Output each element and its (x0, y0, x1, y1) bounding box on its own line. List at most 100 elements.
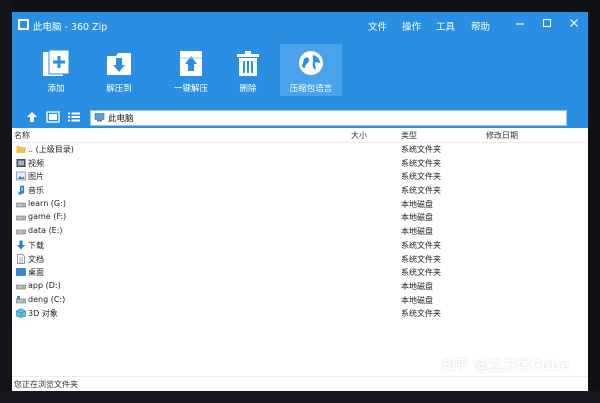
archive-language-button[interactable]: 压缩包语言 (280, 44, 342, 96)
add-label: 添加 (47, 84, 65, 94)
drive-icon (16, 229, 26, 235)
close-button[interactable] (566, 17, 582, 33)
desktop-taskbar-strip (0, 391, 600, 403)
title-bar: 此电脑 - 360 Zip 文件 操作 工具 帮助 (12, 12, 588, 38)
file-name: 视频 (28, 158, 44, 168)
delete-button[interactable]: 删除 (217, 44, 279, 96)
watermark-text: 知乎 @立方体Cube (441, 358, 570, 374)
add-button[interactable]: 添加 (25, 44, 87, 96)
status-bar: 您正在浏览文件夹 (12, 376, 588, 391)
file-type: 本地磁盘 (401, 295, 433, 305)
app-logo-icon (18, 19, 29, 30)
status-text: 您正在浏览文件夹 (14, 380, 78, 389)
extract-to-label: 解压到 (106, 84, 132, 94)
system-drive-icon (16, 295, 26, 303)
thumbnail-view-icon[interactable] (46, 111, 60, 123)
file-row-desktop[interactable]: 桌面 系统文件夹 (12, 266, 588, 280)
file-row-documents[interactable]: 文档 系统文件夹 (12, 253, 588, 267)
list-view-icon[interactable] (67, 111, 81, 123)
file-name: 文档 (28, 254, 44, 264)
file-row-drive-f[interactable]: game (F:) 本地磁盘 (12, 211, 588, 225)
file-row-drive-e[interactable]: data (E:) 本地磁盘 (12, 225, 588, 239)
file-row-pictures[interactable]: 图片 系统文件夹 (12, 170, 588, 184)
drive-icon (16, 216, 26, 221)
app-window: 此电脑 - 360 Zip 文件 操作 工具 帮助 添加 解压到 一键解压 删除… (12, 12, 588, 391)
minimize-icon (516, 23, 524, 25)
file-name: app (D:) (28, 280, 61, 290)
picture-icon (16, 172, 26, 181)
file-name: game (F:) (28, 212, 67, 222)
add-icon (43, 49, 70, 76)
file-row-videos[interactable]: 视频 系统文件夹 (12, 157, 588, 171)
desktop-background-right (588, 0, 600, 403)
address-path: 此电脑 (108, 114, 134, 124)
desktop-background-left (0, 0, 12, 403)
address-field[interactable]: 此电脑 ▼ (90, 110, 567, 126)
document-icon (17, 253, 25, 264)
file-name: 下载 (28, 240, 44, 250)
delete-label: 删除 (239, 84, 257, 94)
extract-to-icon (107, 53, 131, 75)
this-pc-icon (94, 113, 105, 122)
file-name: .. (上级目录) (28, 145, 74, 154)
file-name: 桌面 (28, 268, 44, 278)
file-row-drive-c[interactable]: deng (C:) 本地磁盘 (12, 294, 588, 308)
file-row-3d-objects[interactable]: 3D 对象 系统文件夹 (12, 307, 588, 321)
file-row-music[interactable]: 音乐 系统文件夹 (12, 184, 588, 198)
extract-to-button[interactable]: 解压到 (88, 44, 150, 96)
column-modified[interactable]: 修改日期 (486, 130, 518, 141)
file-type: 系统文件夹 (401, 186, 441, 196)
file-name: 音乐 (28, 186, 44, 196)
folder-up-icon (16, 146, 26, 153)
menu-tools[interactable]: 工具 (436, 19, 455, 33)
globe-icon (299, 51, 323, 75)
file-type: 系统文件夹 (401, 172, 441, 182)
main-toolbar: 添加 解压到 一键解压 删除 压缩包语言 (12, 38, 588, 108)
file-type: 本地磁盘 (401, 227, 433, 237)
file-name: deng (C:) (28, 294, 66, 304)
file-name: 3D 对象 (28, 309, 58, 319)
video-icon (16, 158, 26, 167)
file-type: 本地磁盘 (401, 281, 433, 291)
download-icon (17, 240, 25, 250)
file-name: learn (G:) (28, 198, 66, 208)
desktop-icon (16, 268, 26, 276)
maximize-button[interactable] (539, 17, 555, 33)
file-name: data (E:) (28, 226, 63, 236)
window-title: 此电脑 - 360 Zip (33, 22, 108, 33)
file-row-downloads[interactable]: 下载 系统文件夹 (12, 239, 588, 253)
archive-language-label: 压缩包语言 (289, 84, 333, 94)
column-type[interactable]: 类型 (401, 130, 417, 141)
one-click-extract-icon (180, 51, 202, 76)
music-icon (18, 185, 25, 195)
file-name: 图片 (28, 172, 44, 182)
file-type: 本地磁盘 (401, 199, 433, 209)
file-type: 系统文件夹 (401, 145, 441, 154)
menu-file[interactable]: 文件 (368, 19, 387, 33)
drive-icon (16, 284, 26, 290)
file-type: 系统文件夹 (401, 254, 441, 264)
one-click-extract-button[interactable]: 一键解压 (160, 44, 222, 96)
maximize-icon (542, 18, 552, 28)
file-row-parent[interactable]: .. (上级目录) 系统文件夹 (12, 143, 588, 157)
column-size[interactable]: 大小 (351, 130, 367, 141)
menu-help[interactable]: 帮助 (471, 19, 490, 33)
file-type: 系统文件夹 (401, 158, 441, 168)
minimize-button[interactable] (512, 17, 528, 33)
column-name[interactable]: 名称 (14, 130, 30, 141)
file-row-drive-d[interactable]: app (D:) 本地磁盘 (12, 280, 588, 294)
file-row-drive-g[interactable]: learn (G:) 本地磁盘 (12, 198, 588, 212)
file-list: .. (上级目录) 系统文件夹 视频 系统文件夹 图片 系统文件夹 音乐 系统文… (12, 143, 588, 321)
delete-icon (237, 51, 259, 76)
close-icon (570, 19, 578, 27)
file-type: 系统文件夹 (401, 309, 441, 319)
file-type: 系统文件夹 (401, 240, 441, 250)
3d-objects-icon (16, 308, 26, 319)
drive-icon (16, 202, 26, 208)
up-arrow-icon[interactable] (26, 111, 38, 123)
navigation-bar: 此电脑 ▼ (12, 108, 588, 128)
menu-operation[interactable]: 操作 (402, 19, 421, 33)
one-click-extract-label: 一键解压 (173, 84, 208, 94)
file-type: 系统文件夹 (401, 268, 441, 278)
file-type: 本地磁盘 (401, 213, 433, 223)
